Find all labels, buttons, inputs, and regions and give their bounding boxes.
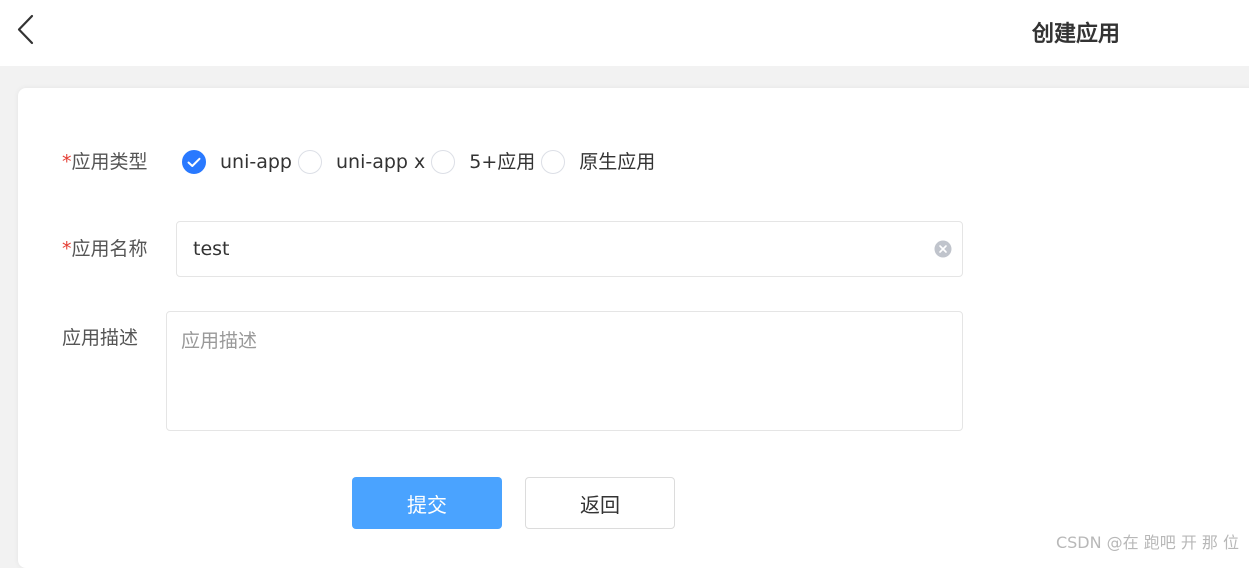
radio-uni-app[interactable]: uni-app <box>182 149 298 175</box>
app-desc-textarea[interactable] <box>181 326 941 416</box>
required-mark: * <box>62 238 72 260</box>
radio-5plus-app[interactable]: 5+应用 <box>431 149 541 175</box>
app-desc-label: 应用描述 <box>62 325 138 351</box>
app-type-radio-group: uni-app uni-app x 5+应用 原生应用 <box>182 145 661 179</box>
radio-unchecked-icon <box>541 150 565 174</box>
radio-unchecked-icon <box>298 150 322 174</box>
page-title: 创建应用 <box>1008 17 1144 53</box>
radio-label: 原生应用 <box>579 149 655 175</box>
submit-button[interactable]: 提交 <box>352 477 502 529</box>
top-bar: 创建应用 <box>0 0 1249 66</box>
watermark: CSDN @在 跑吧 开 那 位 <box>1056 529 1239 553</box>
clear-circle-icon[interactable] <box>934 240 952 258</box>
app-name-input[interactable] <box>193 222 913 276</box>
app-name-label: *应用名称 <box>62 236 148 262</box>
form-card: *应用类型 uni-app uni-app x 5+应用 原生应用 *应用名称 <box>18 88 1249 568</box>
radio-label: uni-app <box>220 149 292 175</box>
radio-checked-icon <box>182 150 206 174</box>
back-button[interactable] <box>8 10 44 50</box>
chevron-left-icon <box>8 10 44 50</box>
radio-unchecked-icon <box>431 150 455 174</box>
required-mark: * <box>62 151 72 173</box>
app-desc-textarea-box <box>166 311 963 431</box>
app-type-label: *应用类型 <box>62 149 148 175</box>
radio-uni-app-x[interactable]: uni-app x <box>298 149 431 175</box>
radio-native-app[interactable]: 原生应用 <box>541 149 661 175</box>
radio-label: 5+应用 <box>469 149 535 175</box>
back-text-button[interactable]: 返回 <box>525 477 675 529</box>
app-name-input-box <box>176 221 963 277</box>
radio-label: uni-app x <box>336 149 425 175</box>
